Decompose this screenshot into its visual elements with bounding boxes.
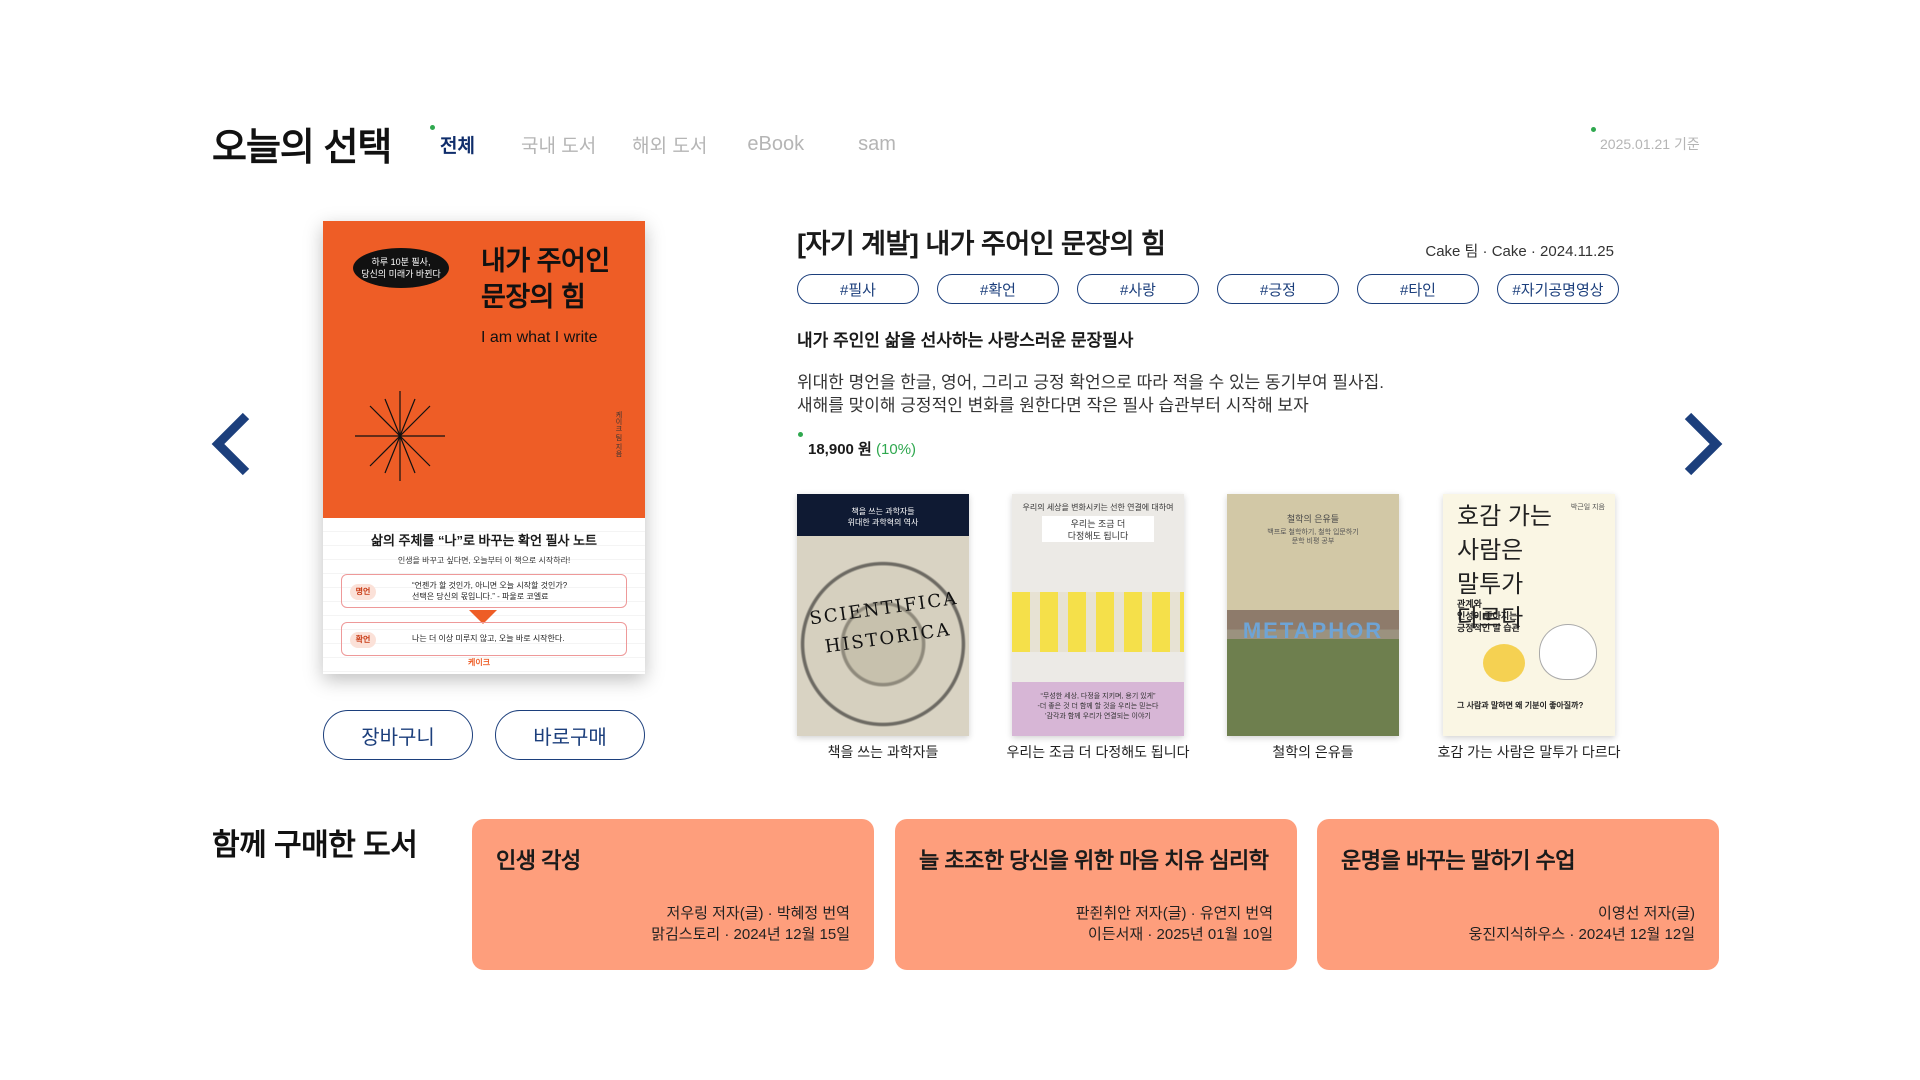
category-tabs: 전체 국내 도서 해외 도서 eBook sam	[430, 125, 896, 158]
cover-spine-text: 케이크 팀 지음	[615, 411, 622, 457]
hashtag-list: #필사 #확언 #사랑 #긍정 #타인 #자기공명영상	[797, 274, 1619, 304]
card-publisher: 이든서재 · 2025년 01월 10일	[1087, 926, 1273, 943]
hashtag-chip[interactable]: #필사	[797, 274, 919, 304]
add-to-cart-button[interactable]: 장바구니	[323, 710, 473, 760]
discount-rate: (10%)	[876, 441, 917, 458]
cover-publisher: 케이크	[468, 658, 491, 667]
related-book[interactable]: 우리의 세상을 변화시키는 선한 연결에 대하여 우리는 조금 더 다정해도 됩…	[1007, 494, 1190, 762]
tab-label: 전체	[440, 136, 475, 157]
cover-bottom-text: “무성한 세상, 다정을 지키며, 용기 있게” -더 좋은 것 더 함께 할 …	[1012, 682, 1184, 736]
affirm-tag: 확언	[350, 632, 376, 648]
price-value: 18,900 원	[808, 441, 872, 458]
quote-tag: 명언	[350, 584, 376, 600]
book-headline: 내가 주인인 삶을 선사하는 사랑스러운 문장필사	[797, 331, 1134, 350]
related-book-cover: 박근일 지음 호감 가는 사람은 말투가 다르다 관계와 인성이 좋아지는 긍정…	[1443, 494, 1615, 736]
related-book-cover: 우리의 세상을 변화시키는 선한 연결에 대하여 우리는 조금 더 다정해도 됩…	[1012, 494, 1184, 736]
hashtag-chip[interactable]: #확언	[937, 274, 1059, 304]
together-book-card[interactable]: 늘 초조한 당신을 위한 마음 치유 심리학 판쥔취안 저자(글) · 유연지 …	[895, 819, 1297, 970]
book-description: 위대한 명언을 한글, 영어, 그리고 긍정 확언으로 따라 적을 수 있는 동…	[797, 371, 1384, 417]
cover-top-text: 철학의 은유들	[1286, 514, 1340, 524]
card-title: 운명을 바꾸는 말하기 수업	[1341, 848, 1575, 873]
date-text: 2025.01.21 기준	[1600, 136, 1700, 152]
price-dot	[798, 432, 803, 437]
cover-quote: 명언 “언젠가 할 것인가, 아니면 오늘 시작할 것인가? 선택은 당신의 몫…	[341, 574, 627, 608]
active-dot	[430, 125, 435, 130]
cover-bottom-heading: 삶의 주체를 “나”로 바꾸는 확언 필사 노트	[370, 533, 598, 548]
book-meta: Cake 팀 · Cake · 2024.11.25	[1425, 243, 1614, 260]
together-book-card[interactable]: 운명을 바꾸는 말하기 수업 이영선 저자(글) 웅진지식하우스 · 2024년…	[1317, 819, 1719, 970]
quote-text: “언젠가 할 것인가, 아니면 오늘 시작할 것인가? 선택은 당신의 몫입니다…	[412, 581, 568, 601]
related-book-title: 책을 쓰는 과학자들	[827, 744, 939, 760]
cover-bottom: 삶의 주체를 “나”로 바꾸는 확언 필사 노트 인생을 바꾸고 싶다면, 오늘…	[323, 518, 645, 674]
cover-top-text: 책을 쓰는 과학자들 위대한 과학혁의 역사	[797, 494, 969, 536]
hashtag-chip[interactable]: #자기공명영상	[1497, 274, 1619, 304]
book-title[interactable]: [자기 계발] 내가 주어인 문장의 힘	[797, 222, 1166, 261]
desc-line: 새해를 맞이해 긍정적인 변화를 원한다면 작은 필사 습관부터 시작해 보자	[797, 396, 1309, 415]
tab-label: sam	[858, 133, 896, 155]
tab-ebook[interactable]: eBook	[747, 133, 804, 156]
card-publisher: 맑김스토리 · 2024년 12월 15일	[651, 926, 850, 943]
desc-line: 위대한 명언을 한글, 영어, 그리고 긍정 확언으로 따라 적을 수 있는 동…	[797, 373, 1384, 392]
card-authors: 이영선 저자(글)	[1598, 905, 1695, 922]
card-authors: 판쥔취안 저자(글) · 유연지 번역	[1075, 905, 1273, 922]
cover-sub-text: 백프로 철학하기, 철학 입문하기 문학 비평 공부	[1267, 529, 1359, 545]
chevron-right-icon[interactable]	[1680, 412, 1724, 481]
cover-title-text: 우리는 조금 더 다정해도 됩니다	[1042, 516, 1154, 542]
tab-sam[interactable]: sam	[858, 133, 896, 156]
tab-label: 국내 도서	[520, 136, 597, 157]
cover-top: 하루 10분 필사, 당신의 미래가 바뀐다 내가 주어인 문장의 힘 I am…	[323, 221, 645, 518]
related-book[interactable]: 철학의 은유들 백프로 철학하기, 철학 입문하기 문학 비평 공부 METAP…	[1227, 494, 1399, 762]
cover-bottom-sub: 인생을 바꾸고 싶다면, 오늘부터 이 책으로 시작하라!	[397, 556, 571, 565]
cover-big-text: SCIENTIFICA HISTORICA	[808, 587, 960, 658]
date-reference: 2025.01.21 기준	[1591, 127, 1700, 154]
book-price: 18,900 원 (10%)	[798, 432, 917, 459]
related-book-cover: 책을 쓰는 과학자들 위대한 과학혁의 역사 SCIENTIFICA HISTO…	[797, 494, 969, 736]
cover-author: 박근일 지음	[1570, 504, 1605, 511]
sparkle-icon	[355, 391, 445, 486]
related-book[interactable]: 박근일 지음 호감 가는 사람은 말투가 다르다 관계와 인성이 좋아지는 긍정…	[1438, 494, 1621, 762]
cover-affirmation: 확언 나는 더 이상 미루지 않고, 오늘 바로 시작한다.	[341, 622, 627, 656]
hashtag-chip[interactable]: #긍정	[1217, 274, 1339, 304]
cover-illustration	[1012, 592, 1184, 652]
related-book-title: 호감 가는 사람은 말투가 다르다	[1437, 744, 1621, 760]
cover-subtitle: I am what I write	[481, 329, 598, 346]
chevron-left-icon[interactable]	[210, 412, 254, 481]
date-dot	[1591, 127, 1596, 132]
cover-sub-text: 관계와 인성이 좋아지는 긍정적인 말 습관	[1457, 599, 1520, 633]
tab-all[interactable]: 전체	[430, 125, 475, 158]
card-title: 인생 각성	[496, 848, 581, 873]
duck-illustration	[1483, 644, 1525, 682]
cover-title: 내가 주어인 문장의 힘	[481, 246, 610, 312]
related-book-title: 철학의 은유들	[1272, 744, 1354, 760]
hashtag-chip[interactable]: #타인	[1357, 274, 1479, 304]
cover-question: 그 사람과 말하면 왜 기분이 좋아질까?	[1457, 701, 1584, 710]
card-title: 늘 초조한 당신을 위한 마음 치유 심리학	[919, 848, 1269, 873]
goose-illustration	[1539, 624, 1597, 680]
related-book-title: 우리는 조금 더 다정해도 됩니다	[1006, 744, 1190, 760]
tab-label: 해외 도서	[632, 136, 708, 157]
tab-domestic[interactable]: 국내 도서	[521, 131, 596, 158]
cover-badge: 하루 10분 필사, 당신의 미래가 바뀐다	[353, 248, 449, 288]
hashtag-chip[interactable]: #사랑	[1077, 274, 1199, 304]
affirm-text: 나는 더 이상 미루지 않고, 오늘 바로 시작한다.	[412, 634, 565, 643]
related-book[interactable]: 책을 쓰는 과학자들 위대한 과학혁의 역사 SCIENTIFICA HISTO…	[797, 494, 969, 762]
page-title: 오늘의 선택	[212, 127, 392, 169]
cover-top-text: 우리의 세상을 변화시키는 선한 연결에 대하여	[1022, 503, 1174, 512]
together-book-card[interactable]: 인생 각성 저우링 저자(글) · 박혜정 번역 맑김스토리 · 2024년 1…	[472, 819, 874, 970]
section-title: 함께 구매한 도서	[212, 829, 418, 862]
tab-label: eBook	[747, 133, 805, 155]
cover-big-text: METAPHOR	[1242, 618, 1384, 643]
related-book-cover: 철학의 은유들 백프로 철학하기, 철학 입문하기 문학 비평 공부 METAP…	[1227, 494, 1399, 736]
buy-now-button[interactable]: 바로구매	[495, 710, 645, 760]
tab-foreign[interactable]: 해외 도서	[632, 131, 707, 158]
card-authors: 저우링 저자(글) · 박혜정 번역	[666, 905, 850, 922]
featured-book-cover[interactable]: 하루 10분 필사, 당신의 미래가 바뀐다 내가 주어인 문장의 힘 I am…	[323, 221, 645, 674]
card-publisher: 웅진지식하우스 · 2024년 12월 12일	[1468, 926, 1695, 943]
